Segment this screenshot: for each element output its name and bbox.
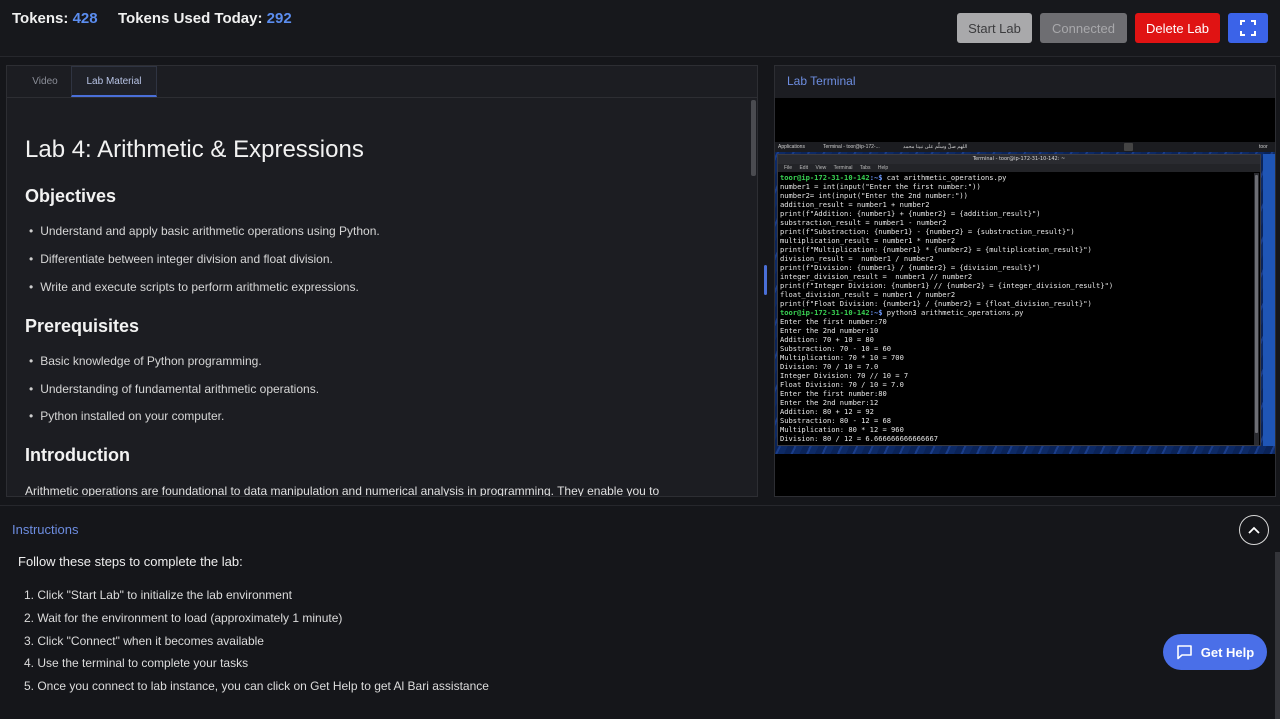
terminal-output-line: Addition: 70 + 10 = 80 (780, 335, 874, 344)
terminal-menu-tabs[interactable]: Tabs (860, 165, 871, 171)
terminal-prompt-line: toor@ip-172-31-10-142:~$ cat arithmetic_… (780, 173, 1007, 182)
taskbar-user: toor (1259, 144, 1268, 150)
instructions-panel: Instructions Follow these steps to compl… (0, 505, 1280, 719)
terminal-code-line: print(f"Integer Division: {number1} // {… (780, 281, 1114, 290)
terminal-output-line: Multiplication: 80 * 12 = 960 (780, 425, 904, 434)
tokens-value: 428 (72, 10, 98, 27)
terminal-window-title: Terminal - toor@ip-172-31-10-142: ~ (778, 155, 1260, 164)
tokens-label: Tokens: (12, 10, 69, 27)
instruction-step: 2. Wait for the environment to load (app… (24, 611, 343, 625)
remote-desktop[interactable]: Applications Terminal - toor@ip-172-... … (775, 142, 1275, 454)
panel-resize-handle[interactable] (764, 265, 767, 295)
instruction-step: 1. Click "Start Lab" to initialize the l… (24, 588, 292, 602)
terminal-code-line: number1 = int(input("Enter the first num… (780, 182, 981, 191)
taskbar-tray-icon (1124, 143, 1133, 151)
lab-content[interactable]: Lab 4: Arithmetic & Expressions Objectiv… (7, 98, 757, 497)
terminal-output-line: Float Division: 70 / 10 = 7.0 (780, 380, 904, 389)
terminal-menu-help[interactable]: Help (878, 165, 888, 171)
remote-taskbar: Applications Terminal - toor@ip-172-... … (775, 142, 1275, 152)
terminal-menu-terminal[interactable]: Terminal (834, 165, 853, 171)
delete-lab-button[interactable]: Delete Lab (1135, 13, 1220, 43)
tokens-counter: Tokens: 428 (12, 10, 98, 27)
terminal-code-line: print(f"Substraction: {number1} - {numbe… (780, 227, 1075, 236)
instruction-step: 3. Click "Connect" when it becomes avail… (24, 634, 264, 648)
prerequisite-item: Understanding of fundamental arithmetic … (29, 382, 319, 396)
instructions-intro: Follow these steps to complete the lab: (18, 554, 243, 569)
instruction-step: 4. Use the terminal to complete your tas… (24, 656, 249, 670)
objective-item: Differentiate between integer division a… (29, 252, 333, 266)
objective-item: Understand and apply basic arithmetic op… (29, 224, 380, 238)
connected-button[interactable]: Connected (1040, 13, 1127, 43)
page-scrollbar[interactable] (1275, 552, 1280, 719)
terminal-prompt-line: toor@ip-172-31-10-142:~$ python3 arithme… (780, 308, 1024, 317)
terminal-menu-file[interactable]: File (784, 165, 792, 171)
objectives-heading: Objectives (25, 186, 117, 206)
prerequisite-item: Python installed on your computer. (29, 409, 224, 423)
terminal-output-line: Enter the 2nd number:10 (780, 326, 879, 335)
remote-desktop-view[interactable]: Applications Terminal - toor@ip-172-... … (775, 98, 1275, 496)
prerequisite-item: Basic knowledge of Python programming. (29, 354, 261, 368)
terminal-output-line: Integer Division: 70 // 10 = 7 (780, 371, 909, 380)
lab-title: Lab 4: Arithmetic & Expressions (25, 136, 364, 163)
collapse-button[interactable] (1239, 515, 1269, 545)
terminal-panel-title: Lab Terminal (787, 74, 856, 88)
lab-material-panel: Video Lab Material Lab 4: Arithmetic & E… (6, 65, 758, 497)
terminal-output-line: Enter the 2nd number:12 (780, 398, 879, 407)
terminal-scrollbar[interactable] (1254, 173, 1259, 445)
terminal-output-line: Substraction: 80 - 12 = 68 (780, 416, 892, 425)
tab-bar: Video Lab Material (7, 66, 757, 98)
chat-icon (1176, 645, 1192, 660)
tab-video[interactable]: Video (19, 66, 71, 97)
start-lab-button[interactable]: Start Lab (957, 13, 1032, 43)
terminal-menu-edit[interactable]: Edit (799, 165, 808, 171)
terminal-code-line: division_result = number1 / number2 (780, 254, 934, 263)
objective-item: Write and execute scripts to perform ari… (29, 280, 359, 294)
terminal-code-line: integer_division_result = number1 // num… (780, 272, 973, 281)
tokens-used-label: Tokens Used Today: (118, 10, 263, 27)
terminal-code-line: addition_result = number1 + number2 (780, 200, 930, 209)
lab-terminal-panel: Lab Terminal Applications Terminal - too… (774, 65, 1276, 497)
prerequisites-heading: Prerequisites (25, 316, 140, 336)
get-help-button[interactable]: Get Help (1163, 634, 1267, 670)
chevron-up-icon (1248, 526, 1260, 534)
terminal-output-line: Division: 70 / 10 = 7.0 (780, 362, 879, 371)
terminal-code-line: multiplication_result = number1 * number… (780, 236, 956, 245)
taskbar-terminal-window[interactable]: Terminal - toor@ip-172-... (823, 142, 880, 152)
terminal-output-line: Addition: 80 + 12 = 92 (780, 407, 874, 416)
get-help-label: Get Help (1200, 644, 1255, 660)
fullscreen-icon (1240, 20, 1256, 36)
terminal-output-line: Division: 80 / 12 = 6.666666666666667 (780, 434, 939, 443)
terminal-code-line: print(f"Multiplication: {number1} * {num… (780, 245, 1092, 254)
terminal-output-line: Multiplication: 70 * 10 = 700 (780, 353, 904, 362)
terminal-window[interactable]: Terminal - toor@ip-172-31-10-142: ~ File… (777, 154, 1261, 446)
tokens-used-value: 292 (266, 10, 292, 27)
introduction-heading: Introduction (25, 445, 130, 465)
terminal-output-line: Enter the first number:70 (780, 317, 887, 326)
tab-lab-material[interactable]: Lab Material (71, 66, 157, 97)
terminal-code-line: substraction_result = number1 - number2 (780, 218, 947, 227)
terminal-code-line: print(f"Addition: {number1} + {number2} … (780, 209, 1041, 218)
terminal-output-line: Enter the first number:80 (780, 389, 887, 398)
terminal-menu-bar: File Edit View Terminal Tabs Help (778, 164, 1260, 172)
taskbar-applications[interactable]: Applications (778, 142, 805, 152)
terminal-code-line: number2= int(input("Enter the 2nd number… (780, 191, 968, 200)
terminal-output[interactable]: toor@ip-172-31-10-142:~$ cat arithmetic_… (779, 173, 1253, 445)
instruction-step: 5. Once you connect to lab instance, you… (24, 679, 489, 693)
content-scrollbar[interactable] (751, 100, 756, 176)
fullscreen-button[interactable] (1228, 13, 1268, 43)
taskbar-text: اللهم صلِّ وسلِّم على نبينا محمد (903, 144, 968, 150)
top-bar: Tokens: 428 Tokens Used Today: 292 Start… (0, 0, 1280, 57)
introduction-text: Arithmetic operations are foundational t… (25, 484, 660, 497)
terminal-code-line: float_division_result = number1 / number… (780, 290, 956, 299)
instructions-title: Instructions (12, 522, 79, 537)
terminal-code-line: print(f"Float Division: {number1} / {num… (780, 299, 1092, 308)
terminal-output-line: Substraction: 70 - 10 = 60 (780, 344, 892, 353)
terminal-menu-view[interactable]: View (815, 165, 826, 171)
desktop-edge (1263, 154, 1275, 446)
tokens-used-counter: Tokens Used Today: 292 (118, 10, 292, 27)
terminal-code-line: print(f"Division: {number1} / {number2} … (780, 263, 1041, 272)
